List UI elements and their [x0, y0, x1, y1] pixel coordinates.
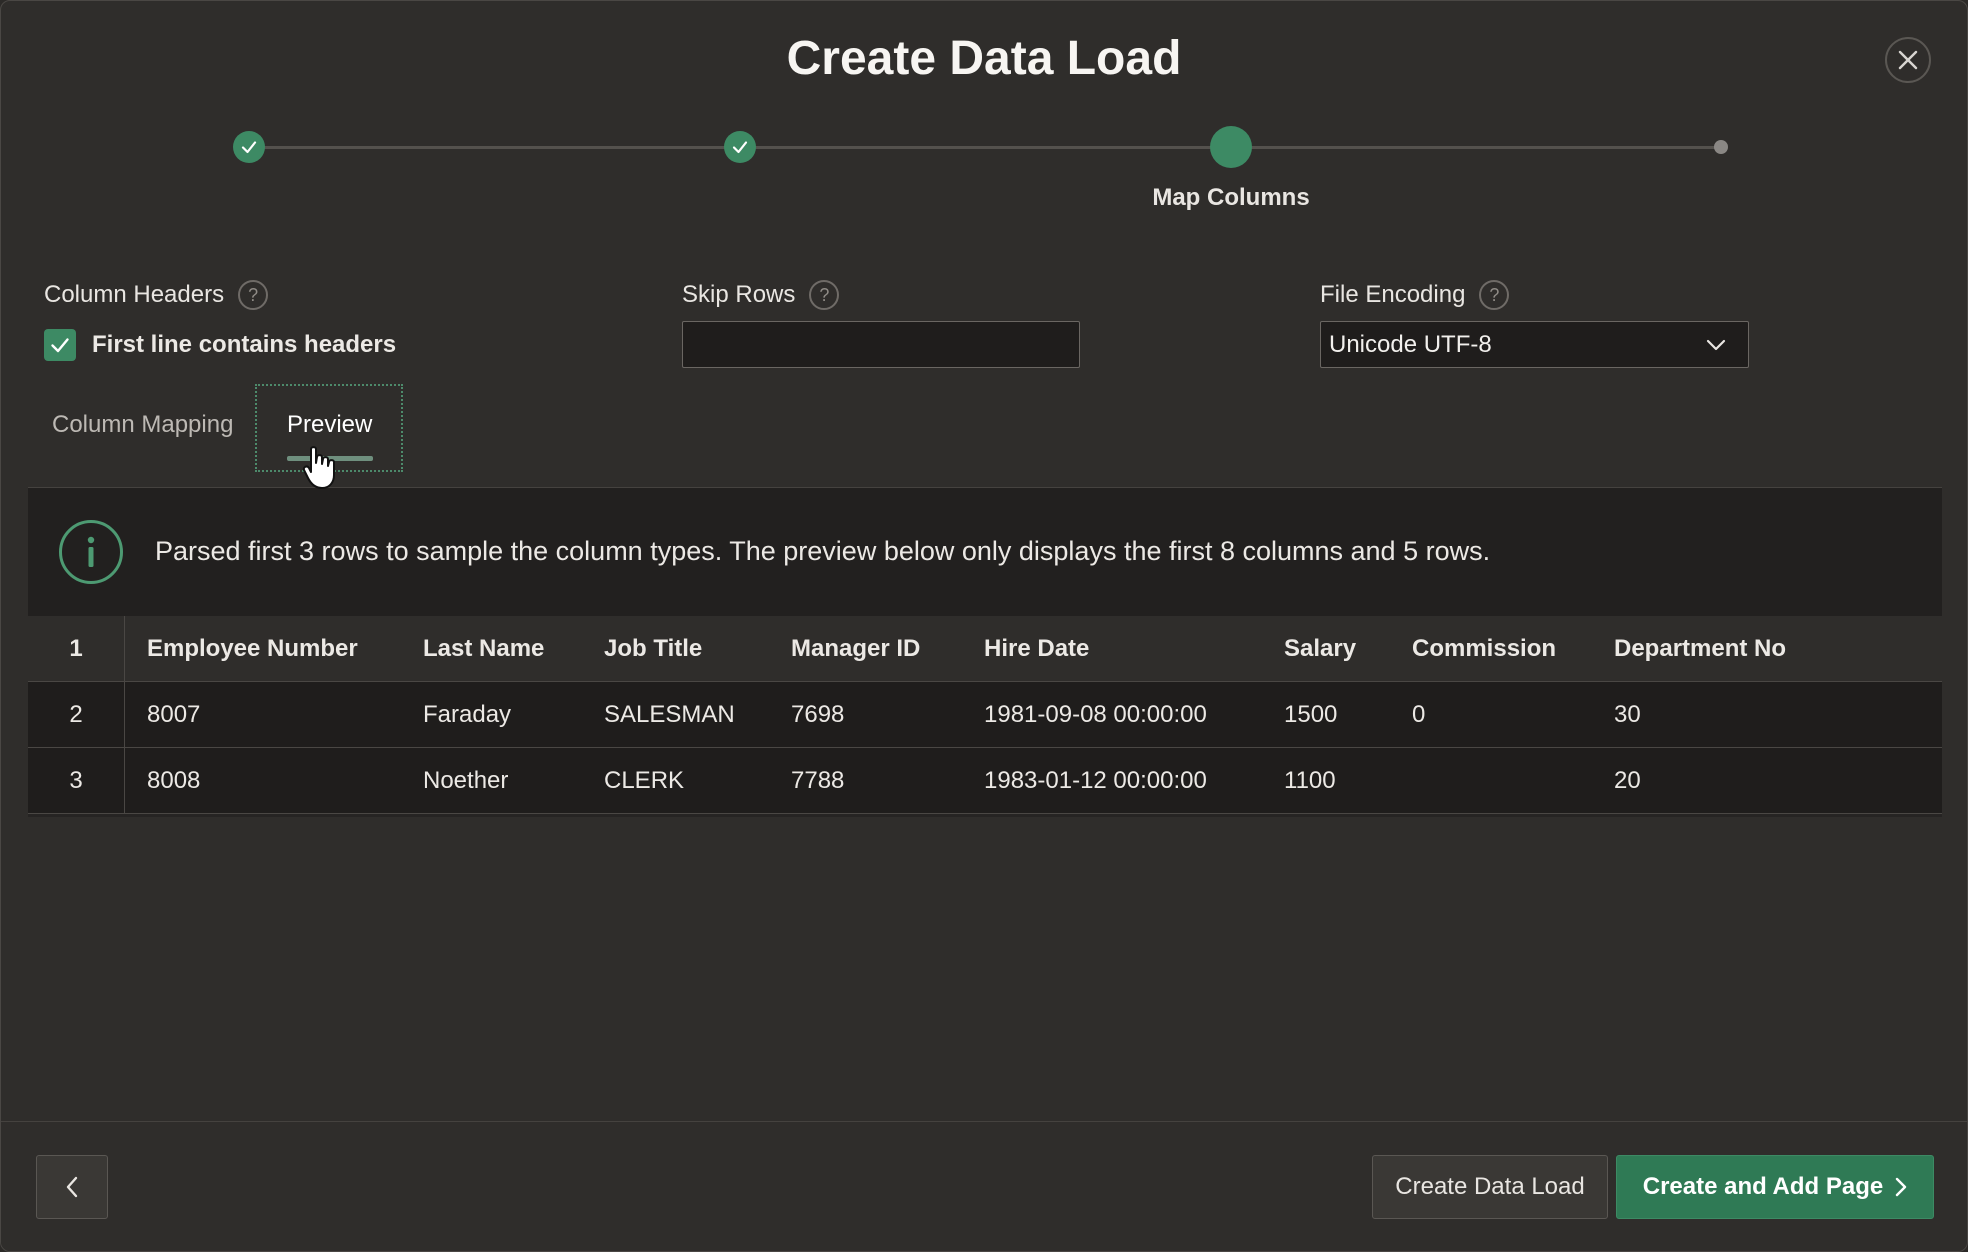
check-icon	[732, 141, 748, 154]
check-icon	[51, 338, 69, 353]
file-encoding-select[interactable]: Unicode UTF-8	[1320, 321, 1749, 368]
dialog-title: Create Data Load	[786, 32, 1182, 85]
column-headers-label: Column Headers ?	[44, 280, 269, 310]
info-icon	[59, 520, 123, 584]
wizard-step-2	[724, 131, 756, 163]
file-encoding-label-text: File Encoding	[1320, 281, 1466, 308]
hand-cursor-icon	[302, 446, 335, 489]
column-header: Job Title	[604, 616, 791, 682]
row-number: 1	[28, 616, 125, 682]
column-header: Salary	[1284, 616, 1412, 682]
skip-rows-label: Skip Rows ?	[682, 280, 840, 310]
table-cell: 20	[1614, 747, 1942, 814]
wizard-step-4	[1714, 140, 1728, 154]
first-line-headers-checkbox[interactable]	[44, 329, 76, 361]
chevron-right-icon	[1896, 1177, 1907, 1197]
table-cell: 1983-01-12 00:00:00	[984, 747, 1284, 814]
back-button[interactable]	[36, 1155, 108, 1219]
help-icon[interactable]: ?	[1479, 280, 1510, 310]
table-row: 2 8007 Faraday SALESMAN 7698 1981-09-08 …	[28, 681, 1942, 748]
create-data-load-dialog: Create Data Load Map Columns Column Head…	[0, 0, 1968, 1252]
column-header: Manager ID	[791, 616, 984, 682]
table-cell: 7788	[791, 747, 984, 814]
table-cell	[1412, 747, 1614, 814]
table-cell: 1981-09-08 00:00:00	[984, 681, 1284, 748]
file-encoding-value: Unicode UTF-8	[1329, 330, 1492, 358]
skip-rows-label-text: Skip Rows	[682, 281, 796, 308]
row-number: 3	[28, 747, 125, 814]
table-cell: CLERK	[604, 747, 791, 814]
table-cell: 1100	[1284, 747, 1412, 814]
create-and-add-page-label: Create and Add Page	[1642, 1173, 1884, 1200]
skip-rows-input[interactable]	[682, 321, 1080, 368]
table-cell: Faraday	[423, 681, 604, 748]
wizard-current-step-label: Map Columns	[1152, 184, 1310, 211]
column-header: Employee Number	[124, 616, 423, 682]
info-message: Parsed first 3 rows to sample the column…	[155, 536, 1491, 566]
table-cell: SALESMAN	[604, 681, 791, 748]
close-icon	[1898, 50, 1918, 70]
column-header: Department No	[1614, 616, 1942, 682]
check-icon	[241, 141, 257, 154]
table-cell: 8007	[124, 681, 423, 748]
column-header: Hire Date	[984, 616, 1284, 682]
table-cell: 0	[1412, 681, 1614, 748]
help-icon[interactable]: ?	[238, 280, 269, 310]
column-headers-label-text: Column Headers	[44, 281, 225, 308]
table-cell: Noether	[423, 747, 604, 814]
table-cell: 30	[1614, 681, 1942, 748]
wizard-track	[249, 146, 1719, 149]
row-number: 2	[28, 681, 125, 748]
column-header: Last Name	[423, 616, 604, 682]
chevron-left-icon	[66, 1176, 78, 1198]
close-button[interactable]	[1885, 37, 1931, 83]
file-encoding-label: File Encoding ?	[1320, 280, 1510, 310]
create-data-load-button[interactable]: Create Data Load	[1372, 1155, 1608, 1219]
column-header: Commission	[1412, 616, 1614, 682]
first-line-headers-label[interactable]: First line contains headers	[92, 331, 396, 359]
preview-table: 1 Employee Number Last Name Job Title Ma…	[28, 616, 1942, 814]
wizard-step-1	[233, 131, 265, 163]
wizard-step-3-current	[1210, 126, 1252, 168]
help-icon[interactable]: ?	[809, 280, 840, 310]
table-header-row: 1 Employee Number Last Name Job Title Ma…	[28, 616, 1942, 682]
tab-column-mapping[interactable]: Column Mapping	[52, 411, 233, 439]
table-cell: 1500	[1284, 681, 1412, 748]
table-cell: 7698	[791, 681, 984, 748]
table-cell: 8008	[124, 747, 423, 814]
chevron-down-icon	[1706, 339, 1726, 350]
table-row: 3 8008 Noether CLERK 7788 1983-01-12 00:…	[28, 747, 1942, 814]
create-and-add-page-button[interactable]: Create and Add Page	[1616, 1155, 1934, 1219]
tab-preview[interactable]: Preview	[287, 411, 372, 439]
